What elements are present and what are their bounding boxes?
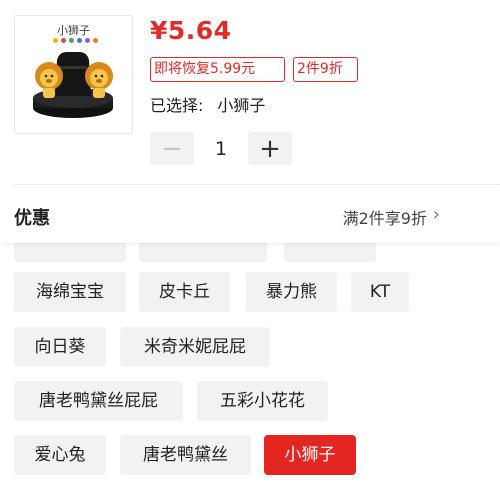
quantity-stepper: − 1 + [150, 132, 292, 165]
variant-chip[interactable]: 米奇米妮屁屁 [120, 327, 270, 367]
variant-chip[interactable]: 暴力熊 [246, 272, 337, 312]
quantity-value[interactable]: 1 [194, 138, 248, 160]
chevron-right-icon: › [432, 204, 440, 225]
decrease-quantity-button[interactable]: − [150, 132, 194, 165]
lion-earring-image [33, 52, 113, 118]
product-price: ¥5.64 [150, 16, 232, 45]
product-thumbnail[interactable]: 小狮子 [14, 15, 133, 134]
price-restore-tag: 即将恢复5.99元 [150, 57, 285, 82]
promotion-row[interactable]: 优惠 满2件享9折 › [0, 185, 500, 243]
selected-value: 小狮子 [217, 96, 266, 115]
variant-chip-selected[interactable]: 小狮子 [264, 435, 356, 475]
variant-chip[interactable]: 爱心兔 [14, 435, 106, 475]
variant-options: 海绵宝宝 皮卡丘 暴力熊 KT 向日葵 米奇米妮屁屁 唐老鸭黛丝屁屁 五彩小花花… [0, 222, 500, 487]
variant-chip[interactable]: 唐老鸭黛丝 [120, 435, 251, 475]
product-summary: 小狮子 ¥5.64 即将恢复5.99元 2件9折 已选择: 小狮子 − 1 + [0, 0, 500, 185]
variant-chip[interactable]: 海绵宝宝 [14, 272, 126, 312]
variant-chip[interactable]: 五彩小花花 [197, 381, 328, 421]
selected-label: 已选择: [150, 96, 204, 115]
variant-chip[interactable]: 皮卡丘 [139, 272, 230, 312]
variant-chip[interactable]: KT [351, 272, 409, 312]
promotion-title: 优惠 [14, 208, 50, 229]
increase-quantity-button[interactable]: + [248, 132, 292, 165]
variant-chip[interactable]: 向日葵 [14, 327, 106, 367]
discount-tag: 2件9折 [293, 57, 358, 82]
promotion-description: 满2件享9折 [342, 209, 427, 228]
selected-variant: 已选择: 小狮子 [150, 92, 265, 116]
variant-chip[interactable]: 唐老鸭黛丝屁屁 [14, 381, 183, 421]
